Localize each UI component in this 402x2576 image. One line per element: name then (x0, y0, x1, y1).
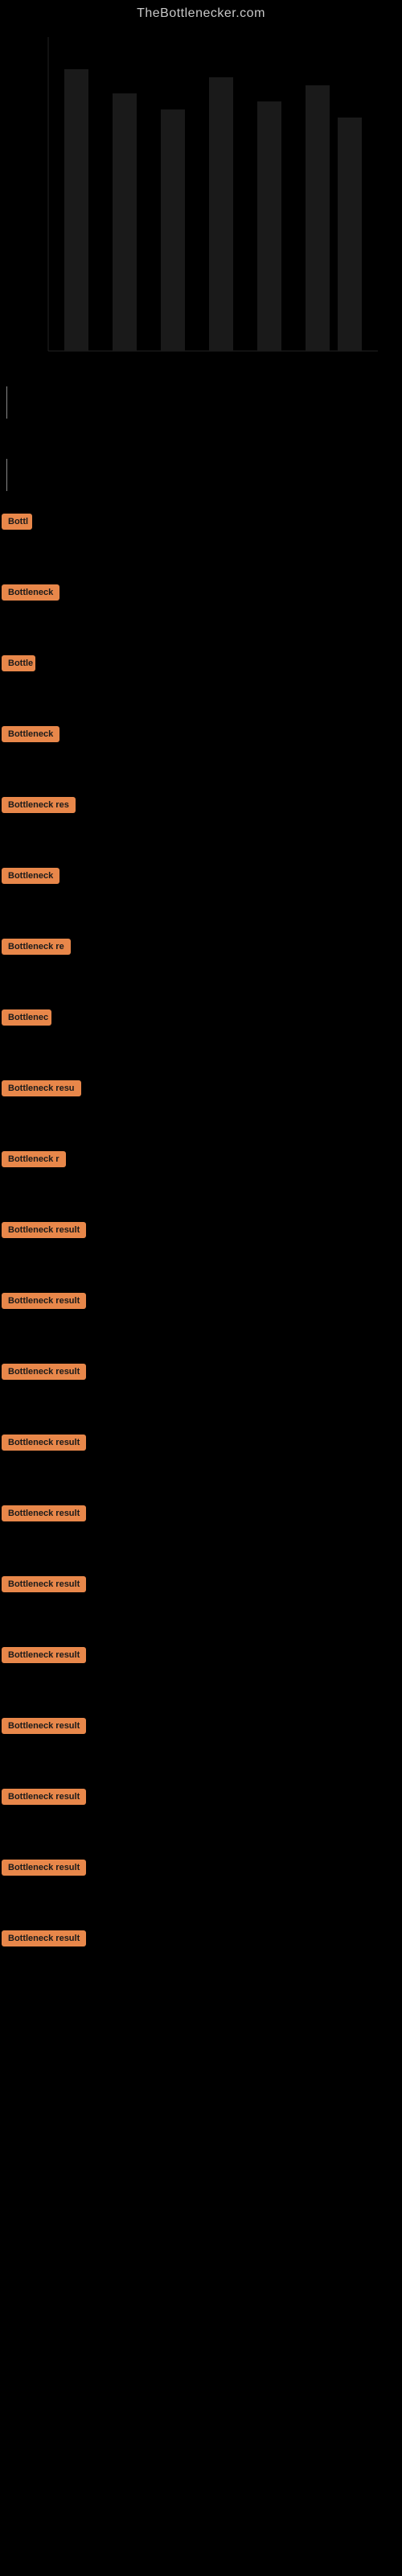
result-badge-17[interactable]: Bottleneck result (2, 1647, 86, 1663)
site-title: TheBottlenecker.com (0, 0, 402, 21)
result-badge-12[interactable]: Bottleneck result (2, 1293, 86, 1309)
results-section: Bottl Bottleneck Bottle Bottleneck Bottlenec… (0, 507, 402, 1995)
result-badge-21[interactable]: Bottleneck result (2, 1930, 86, 1946)
result-row-8: Bottlenec (0, 1003, 402, 1074)
result-row-16: Bottleneck result (0, 1570, 402, 1641)
result-badge-2[interactable]: Bottleneck (2, 584, 59, 601)
result-row-17: Bottleneck result (0, 1641, 402, 1711)
result-row-13: Bottleneck result (0, 1357, 402, 1428)
result-row-3: Bottle (0, 649, 402, 720)
result-row-4: Bottleneck (0, 720, 402, 791)
result-badge-14[interactable]: Bottleneck result (2, 1435, 86, 1451)
result-row-1: Bottl (0, 507, 402, 578)
result-badge-18[interactable]: Bottleneck result (2, 1718, 86, 1734)
result-row-9: Bottleneck resu (0, 1074, 402, 1145)
result-row-10: Bottleneck r (0, 1145, 402, 1216)
result-row-19: Bottleneck result (0, 1782, 402, 1853)
result-badge-16[interactable]: Bottleneck result (2, 1576, 86, 1592)
result-row-20: Bottleneck result (0, 1853, 402, 1924)
result-badge-3[interactable]: Bottle (2, 655, 35, 671)
result-row-18: Bottleneck result (0, 1711, 402, 1782)
result-badge-10[interactable]: Bottleneck r (2, 1151, 66, 1167)
result-badge-1[interactable]: Bottl (2, 514, 32, 530)
result-badge-13[interactable]: Bottleneck result (2, 1364, 86, 1380)
result-row-6: Bottleneck (0, 861, 402, 932)
result-row-11: Bottleneck result (0, 1216, 402, 1286)
vertical-indicator-1 (6, 386, 7, 419)
chart-area (16, 29, 386, 367)
result-badge-8[interactable]: Bottlenec (2, 1009, 51, 1026)
result-row-5: Bottleneck res (0, 791, 402, 861)
vertical-indicator-2 (6, 459, 7, 491)
result-row-7: Bottleneck re (0, 932, 402, 1003)
result-badge-19[interactable]: Bottleneck result (2, 1789, 86, 1805)
result-badge-11[interactable]: Bottleneck result (2, 1222, 86, 1238)
result-badge-9[interactable]: Bottleneck resu (2, 1080, 81, 1096)
result-row-12: Bottleneck result (0, 1286, 402, 1357)
result-row-14: Bottleneck result (0, 1428, 402, 1499)
result-badge-6[interactable]: Bottleneck (2, 868, 59, 884)
result-row-2: Bottleneck (0, 578, 402, 649)
result-badge-7[interactable]: Bottleneck re (2, 939, 71, 955)
result-badge-15[interactable]: Bottleneck result (2, 1505, 86, 1521)
result-badge-4[interactable]: Bottleneck (2, 726, 59, 742)
result-badge-5[interactable]: Bottleneck res (2, 797, 76, 813)
result-row-21: Bottleneck result (0, 1924, 402, 1995)
result-row-15: Bottleneck result (0, 1499, 402, 1570)
result-badge-20[interactable]: Bottleneck result (2, 1860, 86, 1876)
